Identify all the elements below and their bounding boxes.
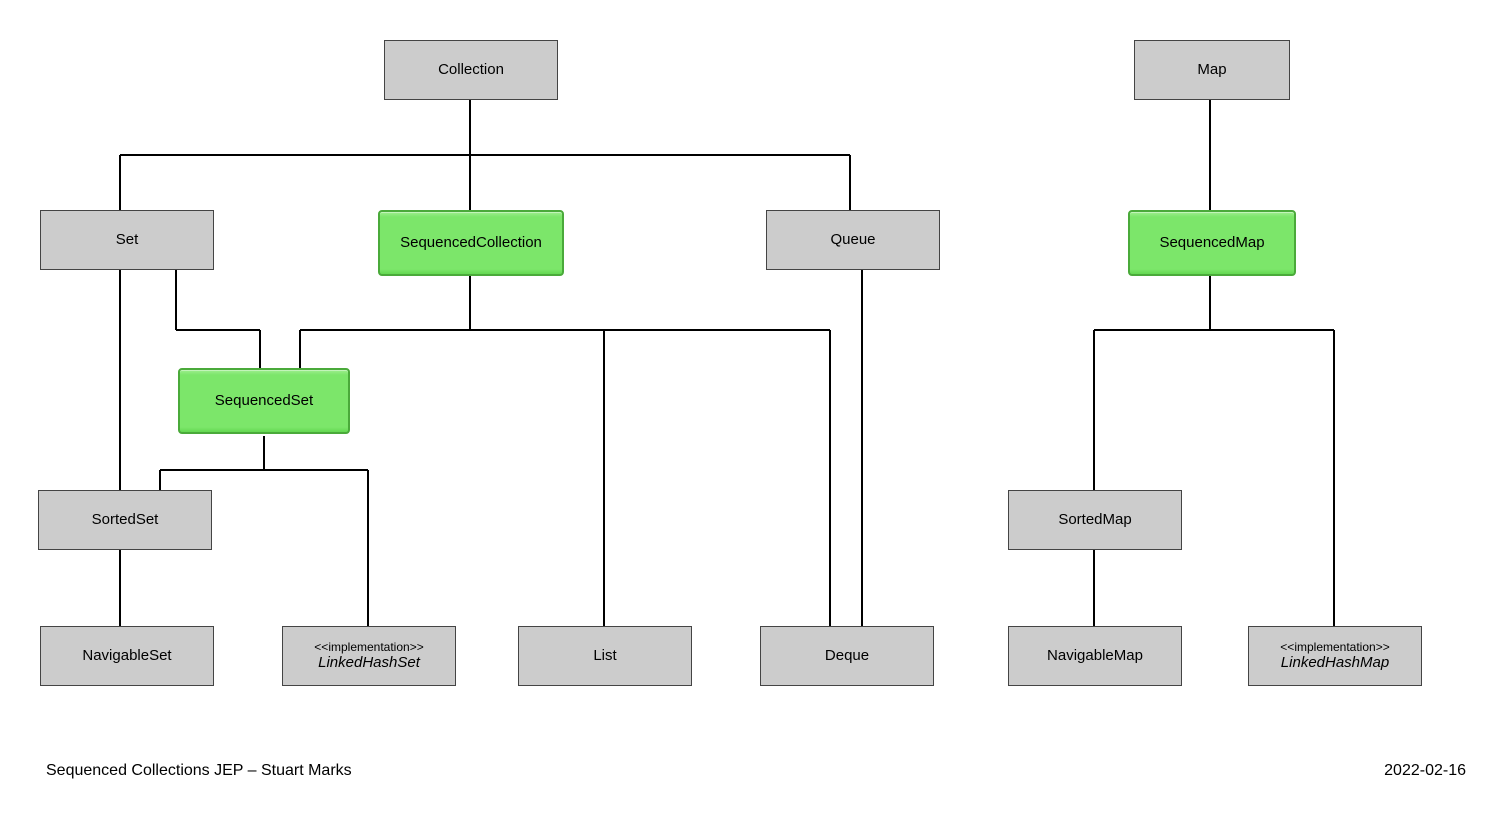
footer-date: 2022-02-16 [1384, 762, 1466, 780]
node-label: NavigableMap [1047, 647, 1143, 665]
node-list: List [518, 626, 692, 686]
node-linked-hash-set: <<implementation>> LinkedHashSet [282, 626, 456, 686]
node-sorted-map: SortedMap [1008, 490, 1182, 550]
node-linked-hash-map: <<implementation>> LinkedHashMap [1248, 626, 1422, 686]
node-label: List [593, 647, 616, 665]
node-stereotype: <<implementation>> [314, 640, 423, 654]
node-set: Set [40, 210, 214, 270]
node-sorted-set: SortedSet [38, 490, 212, 550]
node-label: NavigableSet [82, 647, 171, 665]
node-label: LinkedHashMap [1281, 654, 1389, 672]
node-sequenced-set: SequencedSet [178, 368, 350, 434]
node-label: SequencedMap [1159, 234, 1264, 252]
node-deque: Deque [760, 626, 934, 686]
node-label: SortedSet [92, 511, 159, 529]
node-label: SequencedCollection [400, 234, 542, 252]
node-navigable-set: NavigableSet [40, 626, 214, 686]
node-queue: Queue [766, 210, 940, 270]
footer-left-text: Sequenced Collections JEP – Stuart Marks [46, 762, 352, 779]
node-stereotype: <<implementation>> [1280, 640, 1389, 654]
node-map: Map [1134, 40, 1290, 100]
node-label: Map [1197, 61, 1226, 79]
node-label: SortedMap [1058, 511, 1131, 529]
node-navigable-map: NavigableMap [1008, 626, 1182, 686]
node-collection: Collection [384, 40, 558, 100]
footer-caption: Sequenced Collections JEP – Stuart Marks [46, 762, 352, 780]
node-sequenced-collection: SequencedCollection [378, 210, 564, 276]
node-label: Set [116, 231, 139, 249]
node-label: Collection [438, 61, 504, 79]
footer-right-text: 2022-02-16 [1384, 762, 1466, 779]
node-label: SequencedSet [215, 392, 313, 410]
node-label: Queue [830, 231, 875, 249]
node-label: LinkedHashSet [318, 654, 420, 672]
node-sequenced-map: SequencedMap [1128, 210, 1296, 276]
node-label: Deque [825, 647, 869, 665]
